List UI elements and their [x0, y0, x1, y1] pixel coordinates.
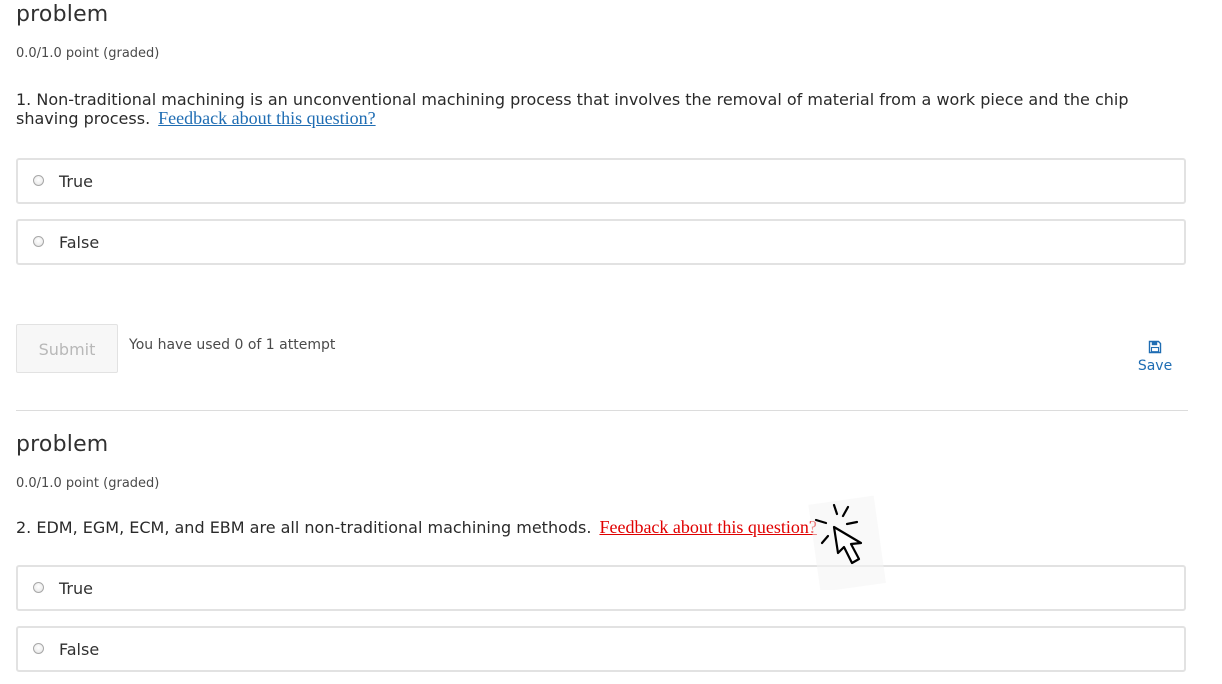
divider — [16, 410, 1188, 411]
radio-button[interactable] — [33, 643, 44, 654]
choice-label: True — [59, 172, 93, 191]
points-label: 0.0/1.0 point (graded) — [16, 476, 160, 491]
radio-button[interactable] — [33, 175, 44, 186]
submit-button[interactable]: Submit — [16, 324, 118, 373]
click-cursor-icon — [808, 495, 886, 590]
points-label: 0.0/1.0 point (graded) — [16, 46, 160, 61]
feedback-link[interactable]: Feedback about this question? — [158, 108, 375, 128]
feedback-link[interactable]: Feedback about this question? — [599, 517, 816, 537]
choice-true[interactable]: True — [16, 565, 1186, 611]
choice-label: False — [59, 640, 100, 659]
problem-1: problem 0.0/1.0 point (graded) 1. Non-tr… — [16, 0, 1188, 400]
attempts-text: You have used 0 of 1 attempt — [129, 337, 336, 353]
problem-title: problem — [16, 2, 109, 27]
problem-title: problem — [16, 432, 109, 457]
choice-label: False — [59, 233, 100, 252]
choice-label: True — [59, 579, 93, 598]
save-button[interactable]: Save — [1130, 340, 1180, 374]
save-label: Save — [1137, 358, 1173, 374]
problem-2: problem 0.0/1.0 point (graded) 2. EDM, E… — [16, 430, 1188, 684]
choice-false[interactable]: False — [16, 626, 1186, 672]
question-prompt: 2. EDM, EGM, ECM, and EBM are all non-tr… — [16, 518, 592, 537]
choice-false[interactable]: False — [16, 219, 1186, 265]
radio-button[interactable] — [33, 236, 44, 247]
choice-true[interactable]: True — [16, 158, 1186, 204]
floppy-disk-icon — [1148, 340, 1162, 354]
question-text: 2. EDM, EGM, ECM, and EBM are all non-tr… — [16, 517, 1166, 538]
question-text: 1. Non-traditional machining is an uncon… — [16, 90, 1166, 128]
page: problem 0.0/1.0 point (graded) 1. Non-tr… — [0, 0, 1222, 684]
radio-button[interactable] — [33, 582, 44, 593]
